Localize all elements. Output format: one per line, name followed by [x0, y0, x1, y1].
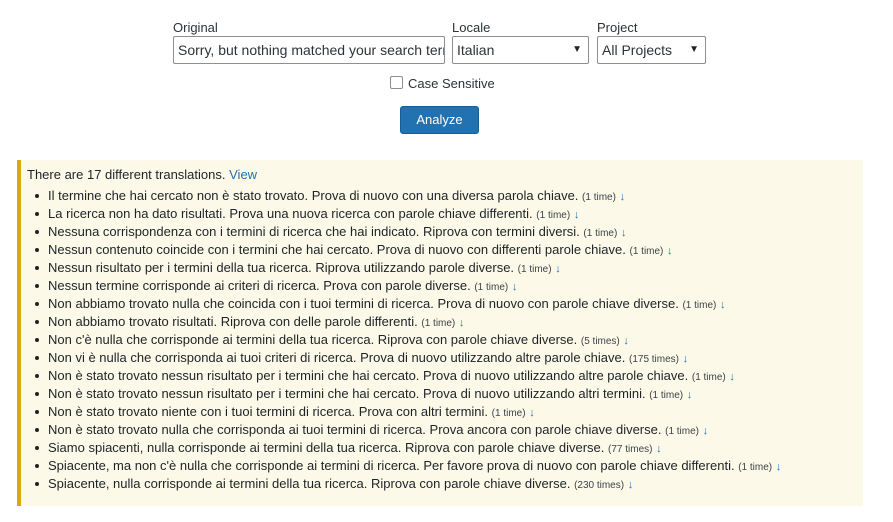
arrow-down-icon[interactable]: ↓	[459, 317, 465, 329]
list-item: Non è stato trovato nessun risultato per…	[27, 367, 863, 385]
translation-text: Nessuna corrispondenza con i termini di …	[48, 224, 580, 239]
list-item: Non è stato trovato niente con i tuoi te…	[27, 403, 863, 421]
translation-count: (1 time)	[682, 300, 717, 311]
translation-count: (1 time)	[421, 318, 456, 329]
list-item: Nessun termine corrisponde ai criteri di…	[27, 277, 863, 295]
list-item: Non abbiamo trovato nulla che coincida c…	[27, 295, 863, 313]
original-field: Original Sorry, but nothing matched your…	[173, 20, 445, 64]
translation-text: Non è stato trovato niente con i tuoi te…	[48, 404, 489, 419]
translation-count: (175 times)	[628, 354, 679, 365]
translation-list: Il termine che hai cercato non è stato t…	[27, 187, 863, 493]
translation-text: Siamo spiacenti, nulla corrisponde ai te…	[48, 440, 605, 455]
arrow-down-icon[interactable]: ↓	[621, 227, 627, 239]
chevron-down-icon: ▼	[572, 44, 582, 55]
list-item: Spiacente, nulla corrisponde ai termini …	[27, 475, 863, 493]
analyze-button[interactable]: Analyze	[400, 106, 479, 134]
translation-count: (1 time)	[474, 282, 509, 293]
translation-count: (1 time)	[536, 210, 571, 221]
arrow-down-icon[interactable]: ↓	[512, 281, 518, 293]
translation-count: (230 times)	[574, 480, 625, 491]
arrow-down-icon[interactable]: ↓	[703, 425, 709, 437]
summary-text: There are 17 different translations.	[27, 167, 226, 182]
locale-field: Locale Italian ▼	[452, 20, 589, 64]
project-select[interactable]: All Projects ▼	[597, 36, 706, 64]
translation-text: Non è stato trovato nulla che corrispond…	[48, 422, 662, 437]
project-field: Project All Projects ▼	[597, 20, 706, 64]
arrow-down-icon[interactable]: ↓	[687, 389, 693, 401]
translation-text: Il termine che hai cercato non è stato t…	[48, 188, 579, 203]
search-form: Original Sorry, but nothing matched your…	[0, 0, 893, 150]
translation-text: Non abbiamo trovato nulla che coincida c…	[48, 296, 679, 311]
list-item: Non è stato trovato nulla che corrispond…	[27, 421, 863, 439]
locale-select[interactable]: Italian ▼	[452, 36, 589, 64]
translation-count: (1 time)	[582, 192, 616, 203]
view-link[interactable]: View	[229, 167, 257, 182]
original-input[interactable]: Sorry, but nothing matched your search t…	[173, 36, 445, 64]
arrow-down-icon[interactable]: ↓	[628, 479, 634, 491]
translation-text: Non abbiamo trovato risultati. Riprova c…	[48, 314, 418, 329]
translation-count: (1 time)	[583, 228, 618, 239]
arrow-down-icon[interactable]: ↓	[729, 371, 735, 383]
case-sensitive-label[interactable]: Case Sensitive	[408, 76, 495, 91]
list-item: Il termine che hai cercato non è stato t…	[27, 187, 863, 205]
list-item: Spiacente, ma non c'è nulla che corrispo…	[27, 457, 863, 475]
arrow-down-icon[interactable]: ↓	[574, 209, 580, 221]
list-item: Nessun risultato per i termini della tua…	[27, 259, 863, 277]
translation-count: (1 time)	[649, 390, 684, 401]
list-item: Nessuna corrispondenza con i termini di …	[27, 223, 863, 241]
arrow-down-icon[interactable]: ↓	[529, 407, 535, 419]
list-item: La ricerca non ha dato risultati. Prova …	[27, 205, 863, 223]
arrow-down-icon[interactable]: ↓	[555, 263, 561, 275]
translation-count: (1 time)	[691, 372, 726, 383]
translation-count: (1 time)	[665, 426, 700, 437]
translation-count: (5 times)	[580, 336, 620, 347]
translation-text: Non è stato trovato nessun risultato per…	[48, 368, 689, 383]
list-item: Non vi è nulla che corrisponda ai tuoi c…	[27, 349, 863, 367]
list-item: Siamo spiacenti, nulla corrisponde ai te…	[27, 439, 863, 457]
locale-value: Italian	[457, 42, 495, 58]
arrow-down-icon[interactable]: ↓	[623, 335, 629, 347]
locale-label: Locale	[452, 20, 491, 35]
translation-text: Spiacente, ma non c'è nulla che corrispo…	[48, 458, 735, 473]
translation-text: Non c'è nulla che corrisponde ai termini…	[48, 332, 578, 347]
results-notice: There are 17 different translations. Vie…	[17, 160, 863, 506]
arrow-down-icon[interactable]: ↓	[656, 443, 662, 455]
list-item: Nessun contenuto coincide con i termini …	[27, 241, 863, 259]
list-item: Non abbiamo trovato risultati. Riprova c…	[27, 313, 863, 331]
original-label: Original	[173, 20, 218, 35]
translation-count: (1 time)	[738, 462, 773, 473]
arrow-down-icon[interactable]: ↓	[683, 353, 689, 365]
translation-text: Non è stato trovato nessun risultato per…	[48, 386, 646, 401]
arrow-down-icon[interactable]: ↓	[720, 299, 726, 311]
arrow-down-icon[interactable]: ↓	[667, 245, 673, 257]
translation-text: Nessun risultato per i termini della tua…	[48, 260, 515, 275]
case-sensitive-checkbox[interactable]	[390, 76, 403, 89]
results-summary: There are 17 different translations. Vie…	[27, 166, 863, 183]
arrow-down-icon[interactable]: ↓	[620, 191, 626, 203]
translation-text: Spiacente, nulla corrisponde ai termini …	[48, 476, 571, 491]
chevron-down-icon: ▼	[689, 44, 699, 55]
list-item: Non c'è nulla che corrisponde ai termini…	[27, 331, 863, 349]
arrow-down-icon[interactable]: ↓	[776, 461, 782, 473]
translation-count: (1 time)	[517, 264, 552, 275]
translation-text: La ricerca non ha dato risultati. Prova …	[48, 206, 533, 221]
translation-text: Nessun contenuto coincide con i termini …	[48, 242, 626, 257]
translation-text: Nessun termine corrisponde ai criteri di…	[48, 278, 471, 293]
case-sensitive-option: Case Sensitive	[390, 75, 495, 93]
project-value: All Projects	[602, 42, 673, 58]
translation-text: Non vi è nulla che corrisponda ai tuoi c…	[48, 350, 626, 365]
translation-count: (1 time)	[491, 408, 526, 419]
list-item: Non è stato trovato nessun risultato per…	[27, 385, 863, 403]
translation-count: (77 times)	[608, 444, 653, 455]
project-label: Project	[597, 20, 638, 35]
translation-count: (1 time)	[629, 246, 664, 257]
